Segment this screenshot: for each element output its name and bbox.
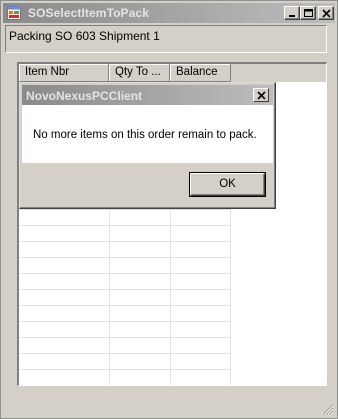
column-header-balance[interactable]: Balance: [170, 64, 231, 82]
column-header-qty-to[interactable]: Qty To ...: [109, 64, 170, 82]
close-button[interactable]: [318, 6, 334, 20]
close-icon: [257, 91, 266, 100]
dialog-titlebar[interactable]: NovoNexusPCClient: [22, 85, 273, 105]
empty-grid-row: [19, 290, 231, 306]
minimize-button[interactable]: [284, 6, 300, 20]
empty-grid-row: [19, 322, 231, 338]
column-header-item-nbr[interactable]: Item Nbr: [19, 64, 109, 82]
window-title: SOSelectItemToPack: [28, 6, 149, 20]
empty-grid-row: [19, 226, 231, 242]
app-form-icon: [7, 6, 21, 20]
empty-grid-row: [19, 210, 231, 226]
header-panel: Packing SO 603 Shipment 1: [5, 25, 327, 53]
dialog-message: No more items on this order remain to pa…: [33, 129, 257, 141]
empty-grid-row: [19, 338, 231, 354]
empty-grid-row: [19, 242, 231, 258]
close-icon: [322, 9, 331, 18]
maximize-icon: [304, 9, 313, 17]
empty-grid-row: [19, 274, 231, 290]
empty-grid-row: [19, 306, 231, 322]
minimize-icon: [289, 15, 295, 17]
ok-button[interactable]: OK: [190, 173, 265, 196]
empty-grid-row: [19, 258, 231, 274]
dialog-close-button[interactable]: [253, 88, 269, 102]
main-window: SOSelectItemToPack Packing SO 603 Shipme…: [0, 0, 338, 419]
empty-grid-row: [19, 354, 231, 370]
window-titlebar[interactable]: SOSelectItemToPack: [3, 3, 335, 23]
maximize-button[interactable]: [300, 6, 316, 20]
dialog-body: No more items on this order remain to pa…: [22, 105, 273, 163]
packing-label: Packing SO 603 Shipment 1: [9, 29, 160, 43]
message-dialog: NovoNexusPCClient No more items on this …: [19, 82, 276, 209]
grid-header: Item Nbr Qty To ... Balance: [19, 64, 326, 82]
dialog-title: NovoNexusPCClient: [26, 89, 143, 103]
size-grip-icon[interactable]: [322, 403, 334, 415]
